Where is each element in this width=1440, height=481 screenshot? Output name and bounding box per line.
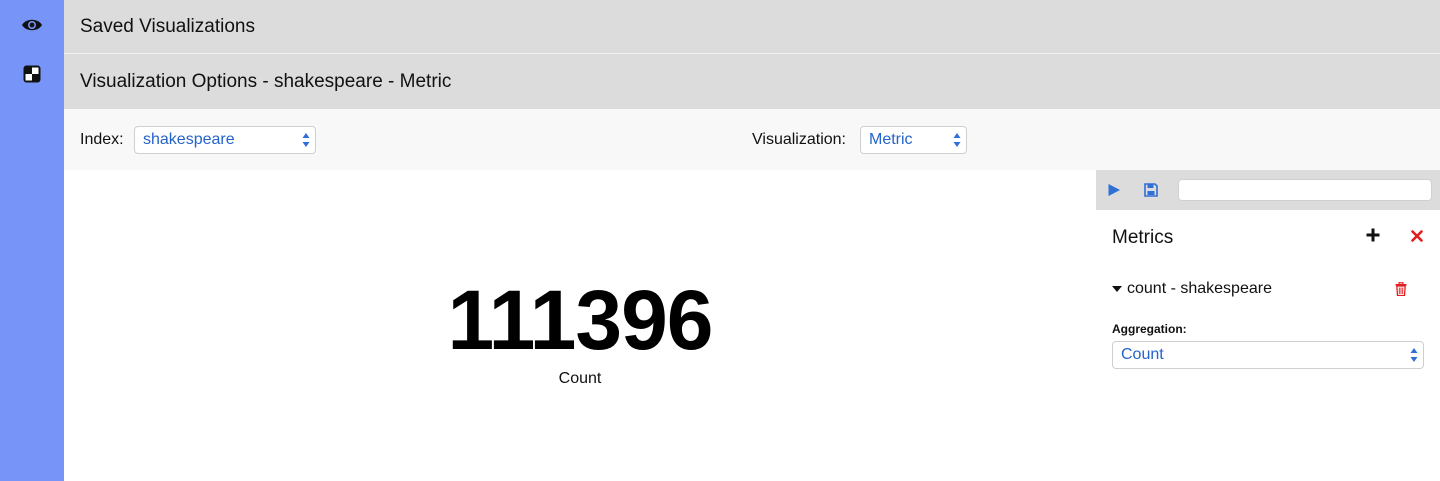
left-sidebar xyxy=(0,0,64,481)
play-icon xyxy=(1108,184,1120,196)
add-metric-button[interactable] xyxy=(1365,227,1381,243)
visualization-options-title: Visualization Options - shakespeare - Me… xyxy=(80,70,452,92)
aggregation-label: Aggregation: xyxy=(1112,322,1187,336)
save-icon xyxy=(1144,183,1158,197)
select-arrows-icon xyxy=(302,133,310,147)
save-button[interactable] xyxy=(1142,181,1160,199)
plus-icon xyxy=(1366,228,1380,242)
visualization-name-input[interactable] xyxy=(1178,179,1432,201)
aggregation-select[interactable]: Count xyxy=(1112,341,1424,369)
app-window: Saved Visualizations Visualization Optio… xyxy=(0,0,1440,481)
close-icon xyxy=(1411,230,1423,242)
saved-visualizations-header[interactable]: Saved Visualizations xyxy=(64,0,1440,53)
visualization-select-value: Metric xyxy=(869,131,913,148)
aggregation-select-value: Count xyxy=(1121,346,1164,363)
options-toolbar: Index: shakespeare Visualization: Metric xyxy=(64,109,1440,170)
index-select[interactable]: shakespeare xyxy=(134,126,316,154)
dashboards-nav-button[interactable] xyxy=(20,62,44,86)
index-label: Index: xyxy=(80,131,124,148)
metrics-panel: Metrics count - shakespeare Aggregation:… xyxy=(1096,170,1440,481)
delete-metric-button[interactable] xyxy=(1393,281,1409,297)
metric-item-label: count - shakespeare xyxy=(1127,280,1272,297)
metric-label: Count xyxy=(558,370,602,387)
remove-metrics-button[interactable] xyxy=(1409,228,1425,244)
visualization-options-header[interactable]: Visualization Options - shakespeare - Me… xyxy=(64,54,1440,109)
run-button[interactable] xyxy=(1105,181,1123,199)
visualization-select[interactable]: Metric xyxy=(860,126,967,154)
panel-toolbar xyxy=(1096,170,1440,210)
metric-item-toggle[interactable]: count - shakespeare xyxy=(1112,280,1272,298)
visualizations-nav-button[interactable] xyxy=(20,13,44,37)
select-arrows-icon xyxy=(1410,348,1418,362)
metric-value: 111396 xyxy=(447,273,713,367)
caret-down-icon xyxy=(1112,286,1122,292)
trash-icon xyxy=(1395,282,1407,296)
metrics-title: Metrics xyxy=(1112,227,1174,248)
saved-visualizations-title: Saved Visualizations xyxy=(80,15,255,37)
eye-icon xyxy=(22,19,42,31)
visualization-canvas: 111396 Count xyxy=(64,170,1096,481)
select-arrows-icon xyxy=(953,133,961,147)
visualization-label: Visualization: xyxy=(752,131,846,148)
dashboard-icon xyxy=(23,65,41,83)
index-select-value: shakespeare xyxy=(143,131,235,148)
